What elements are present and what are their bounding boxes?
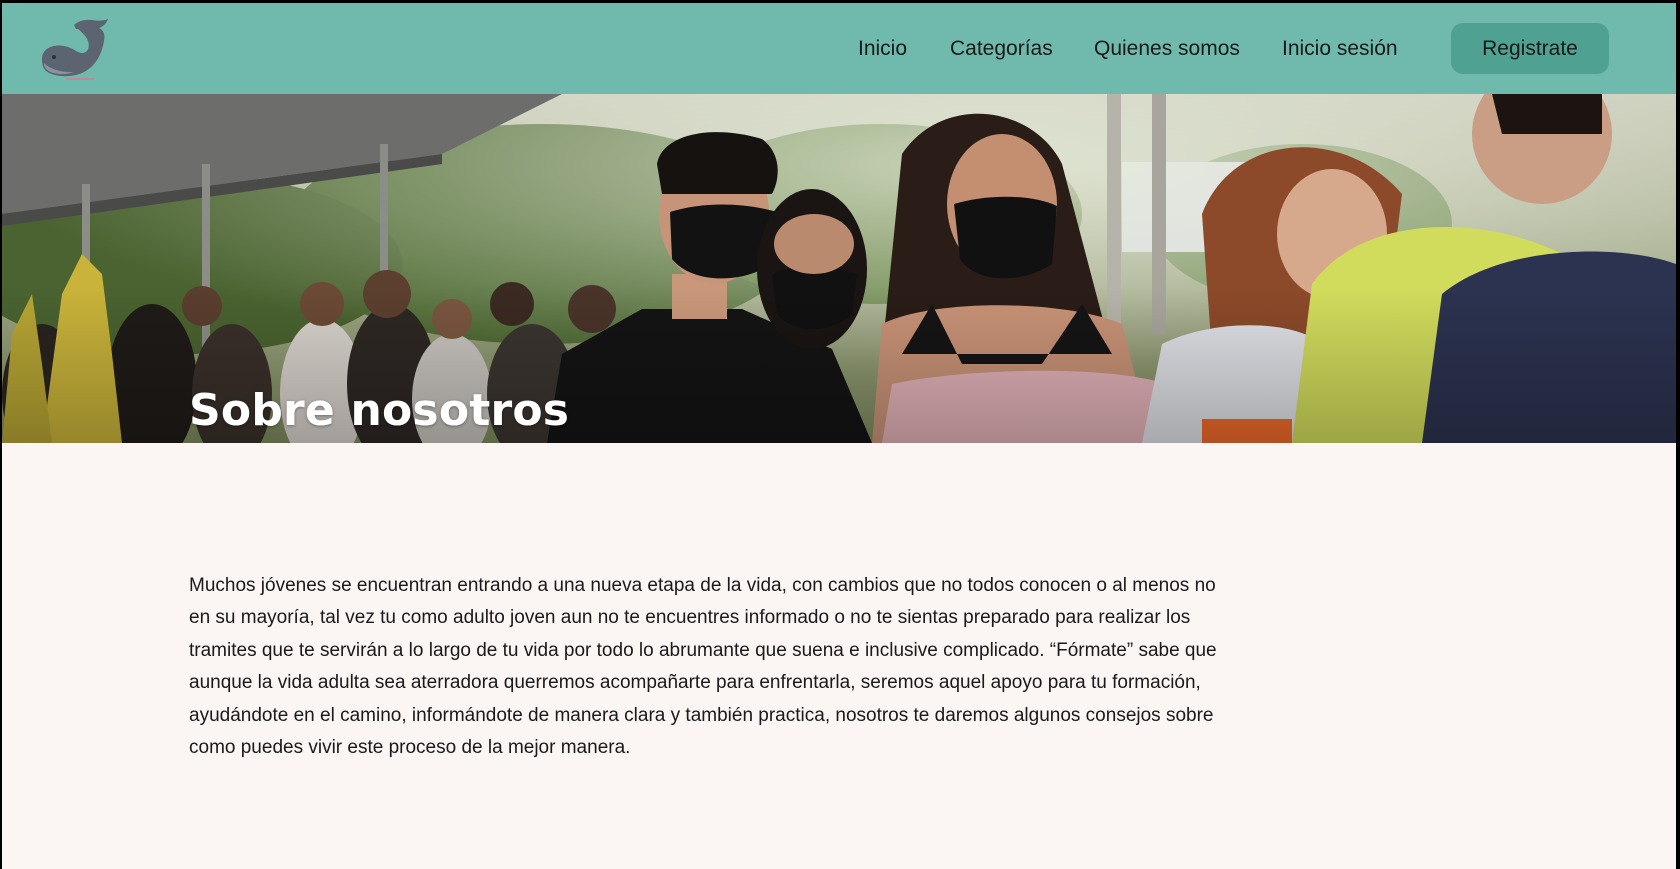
register-button[interactable]: Registrate [1451,23,1609,74]
nav-inicio-sesion[interactable]: Inicio sesión [1282,37,1398,61]
whale-logo-icon[interactable] [36,17,110,81]
page: Inicio Categorías Quienes somos Inicio s… [2,3,1676,869]
hero-banner: Sobre nosotros [2,94,1676,443]
nav-categorias[interactable]: Categorías [950,37,1053,61]
nav-quienes-somos[interactable]: Quienes somos [1094,37,1240,61]
site-header: Inicio Categorías Quienes somos Inicio s… [2,3,1676,94]
about-paragraph: Muchos jóvenes se encuentran entrando a … [189,575,1217,759]
nav-inicio[interactable]: Inicio [858,37,907,61]
page-title: Sobre nosotros [189,385,570,437]
